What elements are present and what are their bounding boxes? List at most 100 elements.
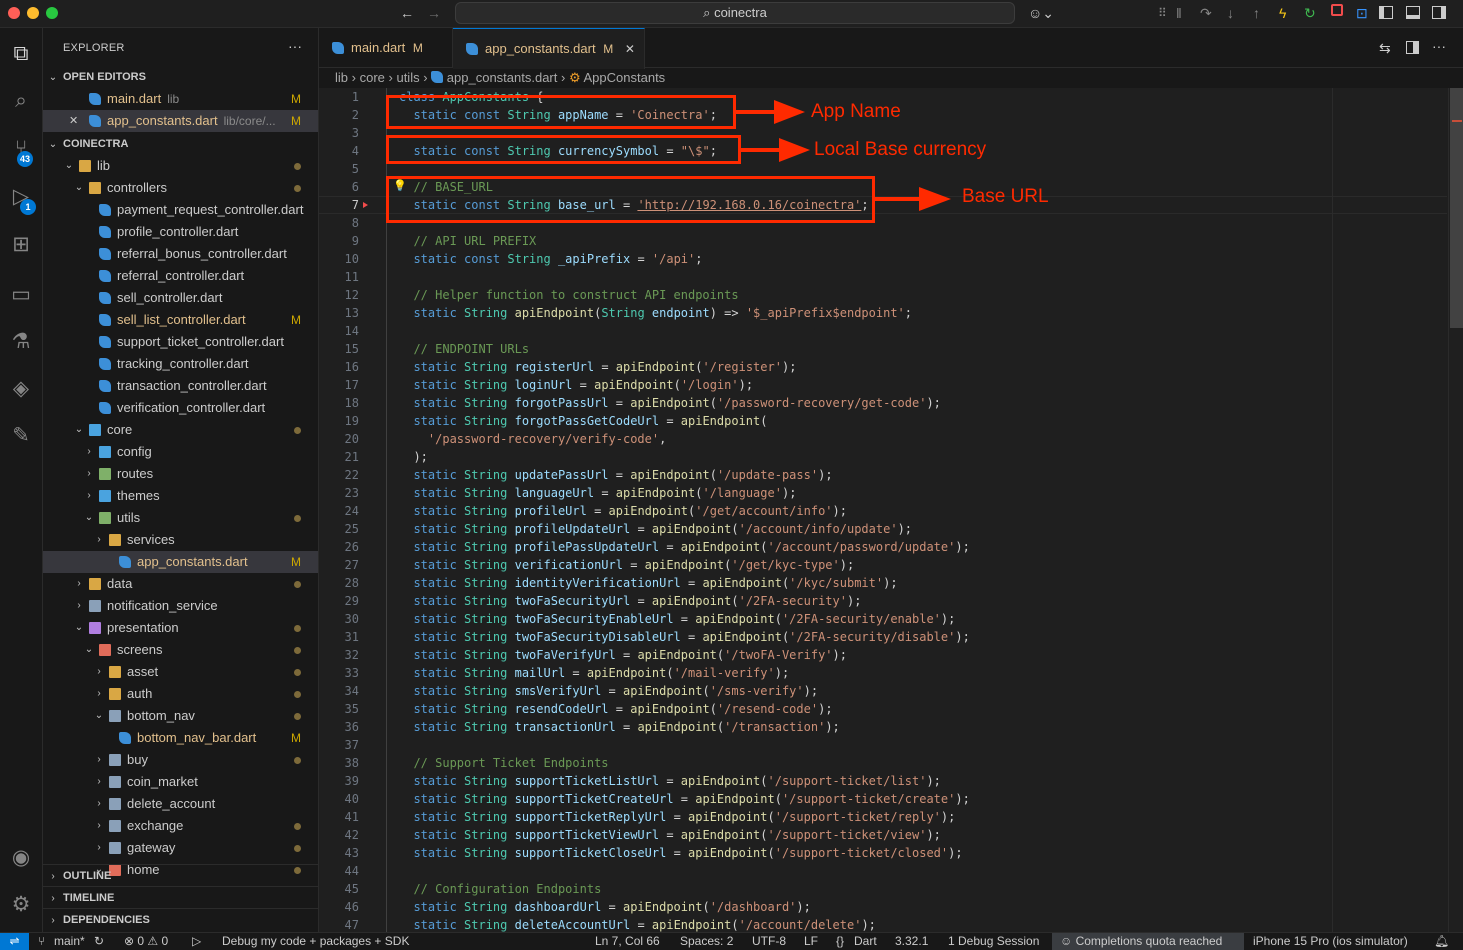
file-tree-folder[interactable]: › asset <box>43 661 318 683</box>
notifications-bell-icon[interactable]: 🔔︎ <box>1434 933 1449 950</box>
file-tree-file[interactable]: payment_request_controller.dart <box>43 199 318 221</box>
file-tree-folder[interactable]: › delete_account <box>43 793 318 815</box>
minimize-window-button[interactable] <box>27 7 39 19</box>
outline-section[interactable]: › OUTLINE <box>43 864 318 886</box>
file-tree-folder[interactable]: › routes <box>43 463 318 485</box>
file-tree-folder[interactable]: ⌄ core <box>43 419 318 441</box>
devtools-icon[interactable]: ⊡ <box>1356 5 1368 21</box>
more-actions-icon[interactable]: ··· <box>1432 38 1446 54</box>
more-actions-icon[interactable]: ··· <box>288 38 302 54</box>
split-editor-icon[interactable] <box>1406 41 1419 54</box>
step-out-icon[interactable]: ↑ <box>1253 5 1260 21</box>
scrollbar-thumb[interactable] <box>1450 88 1463 328</box>
breadcrumb-item[interactable]: core <box>360 70 385 85</box>
breadcrumb-item[interactable]: utils <box>396 70 419 85</box>
breadcrumb-item[interactable]: AppConstants <box>584 70 666 85</box>
file-tree-folder[interactable]: › exchange <box>43 815 318 837</box>
pause-icon[interactable]: ‖ <box>1176 5 1182 21</box>
restart-icon[interactable]: ↻ <box>1304 5 1316 21</box>
file-tree-file[interactable]: referral_bonus_controller.dart <box>43 243 318 265</box>
device-selector[interactable]: iPhone 15 Pro (ios simulator) <box>1253 933 1408 950</box>
file-tree-folder[interactable]: › themes <box>43 485 318 507</box>
forward-arrow-icon[interactable]: → <box>427 5 441 21</box>
language-mode[interactable]: Dart <box>854 933 877 950</box>
toggle-secondary-sidebar-icon[interactable] <box>1432 6 1446 19</box>
hot-reload-icon[interactable]: ϟ <box>1279 5 1286 21</box>
file-tree-file[interactable]: sell_list_controller.dart M <box>43 309 318 331</box>
editor-scrollbar[interactable] <box>1448 88 1463 932</box>
file-tree-folder[interactable]: ⌄ utils <box>43 507 318 529</box>
open-editors-section[interactable]: ⌄ OPEN EDITORS <box>43 66 318 88</box>
close-tab-icon[interactable]: ✕ <box>625 42 635 56</box>
open-editor-item[interactable]: main.dart lib M <box>43 88 318 110</box>
cursor-position[interactable]: Ln 7, Col 66 <box>595 933 660 950</box>
explorer-icon[interactable]: ⧉ <box>6 39 36 69</box>
file-tree-file[interactable]: profile_controller.dart <box>43 221 318 243</box>
debug-drag-handle-icon[interactable]: ⠿ <box>1158 5 1167 21</box>
debug-sessions[interactable]: 1 Debug Session <box>948 933 1039 950</box>
file-tree-file[interactable]: bottom_nav_bar.dart M <box>43 727 318 749</box>
file-tree-file[interactable]: support_ticket_controller.dart <box>43 331 318 353</box>
toggle-sidebar-icon[interactable] <box>1379 6 1393 19</box>
testing-icon[interactable]: ⚗ <box>6 327 36 357</box>
maximize-window-button[interactable] <box>46 7 58 19</box>
breadcrumb-item[interactable]: lib <box>335 70 348 85</box>
step-over-icon[interactable]: ↷ <box>1200 5 1212 21</box>
close-icon[interactable]: ✕ <box>69 110 78 132</box>
tab-app-constants-dart[interactable]: app_constants.dart M ✕ <box>453 28 645 69</box>
file-tree-folder[interactable]: ⌄ controllers <box>43 177 318 199</box>
file-tree-folder[interactable]: › services <box>43 529 318 551</box>
file-tree-folder[interactable]: › gateway <box>43 837 318 859</box>
file-tree-folder[interactable]: › buy <box>43 749 318 771</box>
file-tree-folder[interactable]: ⌄ bottom_nav <box>43 705 318 727</box>
modified-dot <box>294 757 301 764</box>
file-tree-folder[interactable]: ⌄ screens <box>43 639 318 661</box>
timeline-section[interactable]: › TIMELINE <box>43 886 318 908</box>
file-tree-file[interactable]: tracking_controller.dart <box>43 353 318 375</box>
extensions-icon[interactable]: ⊞ <box>6 230 36 260</box>
command-center-search[interactable]: ⌕ coinectra <box>455 2 1015 24</box>
file-tree-file[interactable]: verification_controller.dart <box>43 397 318 419</box>
back-arrow-icon[interactable]: ← <box>400 5 414 21</box>
file-tree-folder[interactable]: › coin_market <box>43 771 318 793</box>
file-tree-file[interactable]: app_constants.dart M <box>43 551 318 573</box>
line-ending[interactable]: LF <box>804 933 818 950</box>
file-tree-folder[interactable]: › data <box>43 573 318 595</box>
remote-indicator-icon[interactable]: ⇌ <box>0 933 29 950</box>
file-tree-folder[interactable]: › auth <box>43 683 318 705</box>
file-tree-file[interactable]: sell_controller.dart <box>43 287 318 309</box>
sync-icon[interactable]: ↻ <box>94 933 104 950</box>
tab-main-dart[interactable]: main.dart M <box>319 28 453 68</box>
remote-explorer-icon[interactable]: ▭ <box>6 280 36 310</box>
search-icon[interactable]: ⌕ <box>6 86 36 116</box>
dependencies-section[interactable]: › DEPENDENCIES <box>43 908 318 930</box>
code-editor[interactable]: 1 2 3 4 5 6 7 8 9 10 11 12 13 14 15 16 17 18 19 20 21 22 23 24 2… <box>319 88 1463 932</box>
open-editor-item[interactable]: ✕ app_constants.dart lib/core/... M <box>43 110 318 132</box>
indentation[interactable]: Spaces: 2 <box>680 933 733 950</box>
branch-name[interactable]: main* <box>54 933 85 950</box>
file-tree-folder[interactable]: ⌄ lib <box>43 155 318 177</box>
sdk-version[interactable]: 3.32.1 <box>895 933 928 950</box>
file-tree-folder[interactable]: › notification_service <box>43 595 318 617</box>
close-window-button[interactable] <box>8 7 20 19</box>
flutter-icon[interactable]: ◈ <box>6 374 36 404</box>
edit-tool-icon[interactable]: ✎ <box>6 421 36 451</box>
copilot-status[interactable]: ☺ Completions quota reached <box>1052 933 1244 950</box>
toggle-panel-icon[interactable] <box>1406 6 1420 19</box>
account-icon[interactable]: ◉ <box>6 843 36 873</box>
problems-count[interactable]: ⊗ 0 ⚠ 0 <box>124 933 168 950</box>
file-tree-file[interactable]: transaction_controller.dart <box>43 375 318 397</box>
settings-gear-icon[interactable]: ⚙ <box>6 890 36 920</box>
breadcrumb-item[interactable]: app_constants.dart <box>447 70 558 85</box>
encoding[interactable]: UTF-8 <box>752 933 786 950</box>
file-tree-folder[interactable]: ⌄ presentation <box>43 617 318 639</box>
compare-changes-icon[interactable]: ⇆ <box>1379 40 1391 56</box>
copilot-icon[interactable]: ☺⌄ <box>1028 5 1054 21</box>
project-section[interactable]: ⌄ COINECTRA <box>43 133 318 155</box>
file-tree-file[interactable]: referral_controller.dart <box>43 265 318 287</box>
step-into-icon[interactable]: ↓ <box>1227 5 1234 21</box>
file-tree-folder[interactable]: › config <box>43 441 318 463</box>
stop-icon[interactable] <box>1331 4 1343 16</box>
modified-dot <box>294 515 301 522</box>
debug-config[interactable]: Debug my code + packages + SDK <box>222 933 409 950</box>
